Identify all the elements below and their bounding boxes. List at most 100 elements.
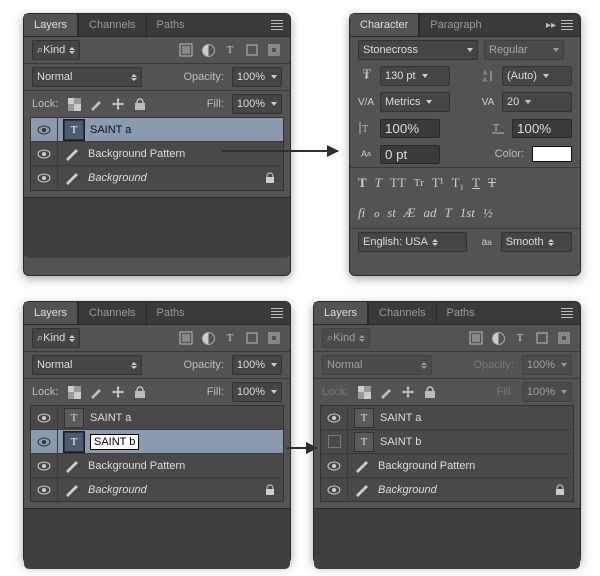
panel-menu-icon[interactable] (268, 20, 286, 30)
fill-input[interactable]: 100% (232, 382, 282, 402)
layer-background[interactable]: Background (321, 477, 573, 501)
tab-layers[interactable]: Layers (24, 14, 78, 36)
filter-shape-icon[interactable] (244, 330, 260, 346)
layer-saint-b[interactable]: TSAINT b (31, 429, 283, 453)
lock-trans-icon[interactable] (356, 384, 372, 400)
tab-paths[interactable]: Paths (436, 302, 485, 324)
tab-character[interactable]: Character (350, 14, 419, 36)
fraction-btn[interactable]: ½ (483, 205, 493, 221)
bold-btn[interactable]: T (358, 175, 367, 191)
tab-paths[interactable]: Paths (146, 302, 195, 324)
tab-channels[interactable]: Channels (78, 14, 145, 36)
hscale-input[interactable] (512, 119, 572, 138)
visibility-toggle[interactable] (321, 406, 348, 429)
layer-bg-pattern[interactable]: Background Pattern (31, 141, 283, 165)
visibility-toggle[interactable] (321, 430, 348, 453)
layer-name[interactable]: Background (88, 172, 265, 184)
visibility-toggle[interactable] (31, 430, 58, 453)
tab-channels[interactable]: Channels (368, 302, 435, 324)
filter-pixel-icon[interactable] (178, 42, 194, 58)
lock-move-icon[interactable] (400, 384, 416, 400)
antialias-select[interactable]: Smooth (501, 232, 572, 252)
layer-name[interactable]: SAINT a (90, 124, 283, 136)
allcaps-btn[interactable]: TT (390, 175, 406, 191)
underline-btn[interactable]: T (472, 175, 480, 191)
lock-all-icon[interactable] (132, 384, 148, 400)
layer-saint-a[interactable]: T SAINT a (31, 118, 283, 141)
tab-layers[interactable]: Layers (314, 302, 368, 324)
visibility-toggle[interactable] (321, 478, 348, 501)
visibility-toggle[interactable] (31, 118, 58, 141)
tracking-input[interactable]: 20 (502, 92, 572, 112)
panel-menu-icon[interactable] (268, 308, 286, 318)
italic-btn[interactable]: T (375, 175, 382, 191)
filter-pixel-icon[interactable] (178, 330, 194, 346)
lock-paint-icon[interactable] (378, 384, 394, 400)
subscript-btn[interactable]: T₁ (452, 175, 464, 191)
layer-name[interactable]: Background (88, 484, 265, 496)
lock-paint-icon[interactable] (88, 96, 104, 112)
visibility-toggle[interactable] (31, 406, 58, 429)
color-swatch[interactable] (532, 146, 572, 162)
lock-trans-icon[interactable] (66, 384, 82, 400)
layer-name[interactable]: SAINT b (380, 436, 573, 448)
filter-select[interactable]: ⌕ Kind (32, 328, 80, 348)
fill-input[interactable]: 100% (522, 382, 572, 402)
layer-name-edit[interactable]: SAINT b (90, 436, 283, 448)
lock-move-icon[interactable] (110, 384, 126, 400)
filter-smart-icon[interactable] (266, 330, 282, 346)
kerning-input[interactable]: Metrics (380, 92, 450, 112)
layer-name[interactable]: SAINT a (380, 412, 573, 424)
blend-mode-select[interactable]: Normal (32, 355, 142, 375)
stylistic-btn[interactable]: ad (423, 205, 436, 221)
disc-btn[interactable]: st (387, 205, 396, 221)
filter-type-icon[interactable]: T (222, 330, 238, 346)
layer-bg-pattern[interactable]: Background Pattern (31, 453, 283, 477)
swash-btn[interactable]: Æ (404, 205, 416, 221)
layer-name[interactable]: SAINT a (90, 412, 283, 424)
filter-shape-icon[interactable] (534, 330, 550, 346)
opacity-input[interactable]: 100% (232, 355, 282, 375)
opacity-input[interactable]: 100% (232, 67, 282, 87)
lock-trans-icon[interactable] (66, 96, 82, 112)
filter-type-icon[interactable]: T (512, 330, 528, 346)
panel-menu-icon[interactable] (558, 20, 576, 30)
visibility-toggle[interactable] (31, 478, 58, 501)
blend-mode-select[interactable]: Normal (322, 355, 432, 375)
font-style-select[interactable]: Regular (484, 40, 564, 60)
tab-channels[interactable]: Channels (78, 302, 145, 324)
filter-select[interactable]: ⌕ Kind (322, 328, 370, 348)
blend-mode-select[interactable]: Normal (32, 67, 142, 87)
language-select[interactable]: English: USA (358, 232, 467, 252)
smallcaps-btn[interactable]: Tr (414, 177, 424, 189)
tab-paths[interactable]: Paths (146, 14, 195, 36)
lock-all-icon[interactable] (422, 384, 438, 400)
filter-adjust-icon[interactable] (200, 42, 216, 58)
superscript-btn[interactable]: T¹ (432, 175, 444, 191)
filter-adjust-icon[interactable] (490, 330, 506, 346)
ordinal-btn[interactable]: 1st (460, 205, 475, 221)
vscale-input[interactable] (380, 119, 440, 138)
filter-smart-icon[interactable] (266, 42, 282, 58)
visibility-toggle[interactable] (31, 454, 58, 477)
filter-adjust-icon[interactable] (200, 330, 216, 346)
alt-btn[interactable]: ℴ (373, 205, 379, 221)
titling-btn[interactable]: T (444, 205, 451, 221)
baseline-input[interactable] (380, 145, 440, 164)
layer-saint-a[interactable]: TSAINT a (321, 406, 573, 429)
visibility-toggle[interactable] (31, 142, 58, 165)
filter-type-icon[interactable]: T (222, 42, 238, 58)
layer-saint-a[interactable]: TSAINT a (31, 406, 283, 429)
layer-name[interactable]: Background Pattern (378, 460, 573, 472)
lock-all-icon[interactable] (132, 96, 148, 112)
collapse-icon[interactable]: ▸▸ (544, 20, 558, 31)
fill-input[interactable]: 100% (232, 94, 282, 114)
layer-background[interactable]: Background (31, 165, 283, 189)
opacity-input[interactable]: 100% (522, 355, 572, 375)
filter-shape-icon[interactable] (244, 42, 260, 58)
font-family-select[interactable]: Stonecross (358, 40, 478, 60)
filter-select[interactable]: ⌕ Kind (32, 40, 80, 60)
layer-name[interactable]: Background Pattern (88, 460, 283, 472)
font-size-input[interactable]: 130 pt (380, 66, 450, 86)
layer-background[interactable]: Background (31, 477, 283, 501)
